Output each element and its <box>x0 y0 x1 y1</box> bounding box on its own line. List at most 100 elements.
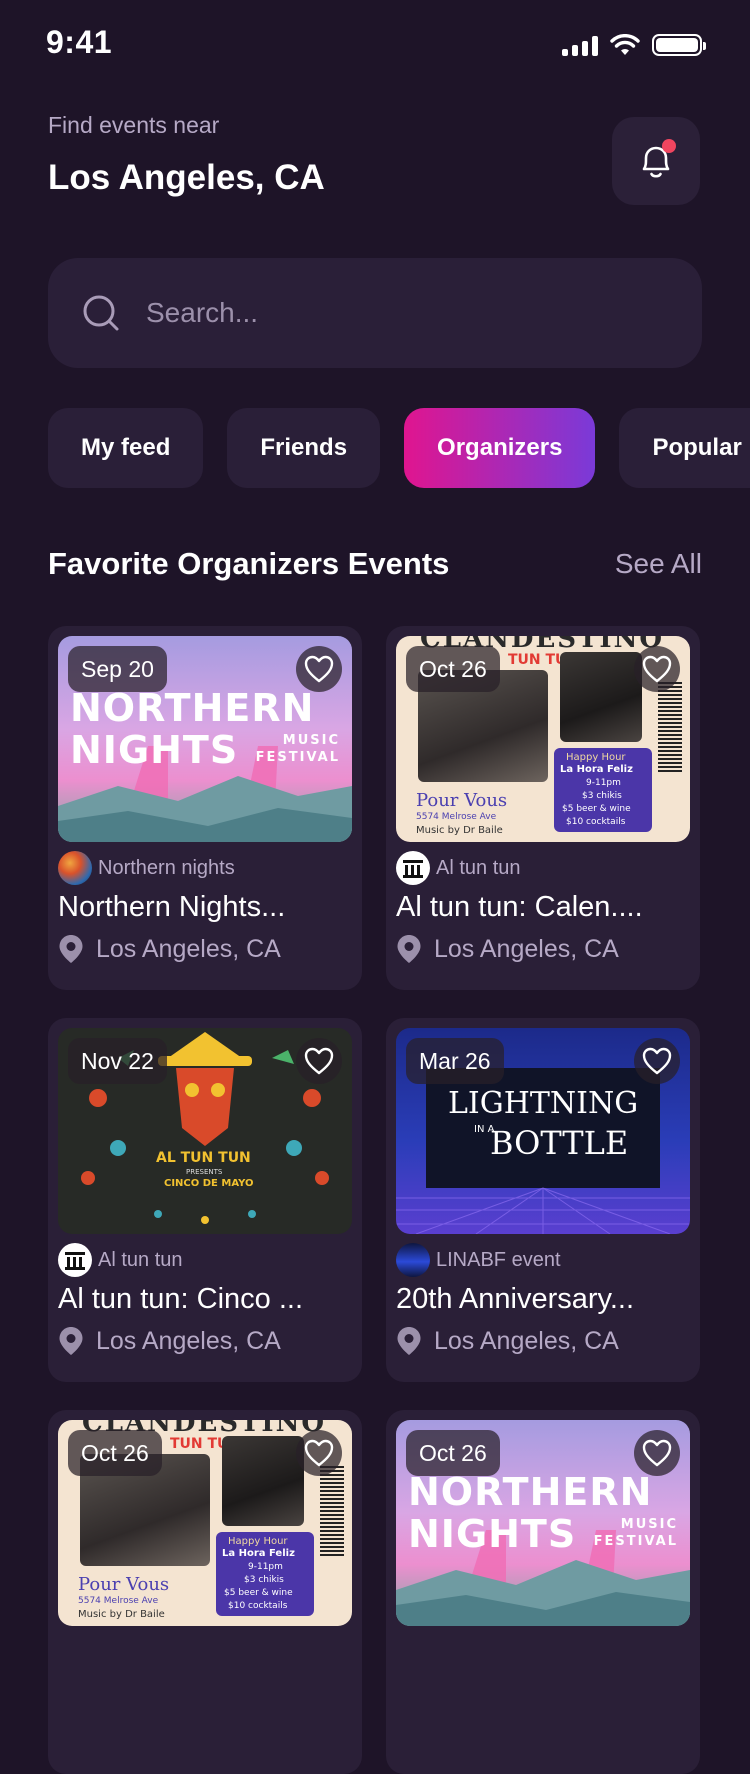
location-title[interactable]: Los Angeles, CA <box>48 158 325 198</box>
signal-icon <box>562 34 598 56</box>
poster-line: BOTTLE <box>490 1124 629 1162</box>
organizer-row: LINABF event <box>396 1242 561 1278</box>
poster-line: AL TUN TUN <box>156 1150 251 1166</box>
organizer-avatar <box>396 851 430 885</box>
organizer-row: Al tun tun <box>396 850 521 886</box>
poster-line: CINCO DE MAYO <box>164 1178 254 1189</box>
event-location-row: Los Angeles, CA <box>58 1326 281 1356</box>
poster-line: MUSIC FESTIVAL <box>593 1517 678 1549</box>
date-badge: Mar 26 <box>406 1038 504 1084</box>
poster-line: Pour Vous <box>416 790 508 811</box>
date-badge: Oct 26 <box>406 1430 500 1476</box>
poster-line: La Hora Feliz <box>560 764 633 775</box>
date-badge: Sep 20 <box>68 646 167 692</box>
poster-line: Pour Vous <box>78 1574 170 1595</box>
poster-line: $3 chikis <box>244 1575 284 1585</box>
poster-line: $3 chikis <box>582 791 622 801</box>
heart-icon <box>642 1047 672 1075</box>
poster-line: NORTHERN <box>70 686 315 730</box>
heart-icon <box>304 1439 334 1467</box>
event-location-row: Los Angeles, CA <box>58 934 281 964</box>
tab-my-feed[interactable]: My feed <box>48 408 204 488</box>
poster-line: 5574 Melrose Ave <box>416 812 497 822</box>
poster-line: 9-11pm <box>248 1562 283 1572</box>
favorite-button[interactable] <box>296 1430 342 1476</box>
poster-line: LIGHTNING <box>448 1086 639 1121</box>
poster-line: MUSIC FESTIVAL <box>255 733 340 765</box>
notifications-button[interactable] <box>612 117 700 205</box>
event-location: Los Angeles, CA <box>434 1326 619 1355</box>
tab-friends[interactable]: Friends <box>227 408 381 488</box>
event-card[interactable]: NORTHERN NIGHTS MUSIC FESTIVAL Sep 20 No… <box>48 626 362 990</box>
heart-icon <box>304 655 334 683</box>
event-location-row: Los Angeles, CA <box>396 934 619 964</box>
date-badge: Oct 26 <box>406 646 500 692</box>
poster-line: La Hora Feliz <box>222 1548 295 1559</box>
organizer-row: Northern nights <box>58 850 235 886</box>
event-location-row: Los Angeles, CA <box>396 1326 619 1356</box>
status-time: 9:41 <box>46 24 113 60</box>
barcode <box>320 1466 344 1556</box>
organizer-name: Al tun tun <box>98 1248 183 1271</box>
event-title: Northern Nights... <box>58 891 286 923</box>
poster-line: NIGHTS <box>70 728 239 772</box>
event-card[interactable]: NORTHERN NIGHTS MUSIC FESTIVAL Oct 26 <box>386 1410 700 1774</box>
poster-line: Happy Hour <box>228 1536 288 1547</box>
poster-line: $5 beer & wine <box>562 804 631 814</box>
favorite-button[interactable] <box>296 646 342 692</box>
barcode <box>658 682 682 772</box>
event-title: 20th Anniversary... <box>396 1283 635 1315</box>
photo-placeholder <box>222 1436 304 1526</box>
organizer-name: LINABF event <box>436 1248 561 1271</box>
organizer-avatar <box>58 851 92 885</box>
poster-line: $10 cocktails <box>566 817 626 827</box>
battery-icon <box>652 34 706 56</box>
organizer-avatar <box>396 1243 430 1277</box>
see-all-link[interactable]: See All <box>615 548 702 580</box>
event-card[interactable]: CLANDESTINO TUN TUN Pour Vous 5574 Melro… <box>48 1410 362 1774</box>
poster-line: Happy Hour <box>566 752 626 763</box>
location-pin-icon <box>59 935 83 963</box>
favorite-button[interactable] <box>634 646 680 692</box>
find-events-label: Find events near <box>48 112 220 138</box>
status-icons <box>562 34 706 56</box>
wifi-icon <box>610 34 640 55</box>
notification-dot <box>662 139 676 153</box>
location-pin-icon <box>397 1327 421 1355</box>
event-location: Los Angeles, CA <box>96 1326 281 1355</box>
organizer-row: Al tun tun <box>58 1242 183 1278</box>
poster-line: $5 beer & wine <box>224 1588 293 1598</box>
search-input[interactable] <box>144 296 628 330</box>
event-card[interactable]: CLANDESTINO TUN TUN Pour Vous 5574 Melro… <box>386 626 700 990</box>
poster-line: NIGHTS <box>408 1512 577 1556</box>
organizer-name: Al tun tun <box>436 856 521 879</box>
date-badge: Oct 26 <box>68 1430 162 1476</box>
favorite-button[interactable] <box>634 1038 680 1084</box>
poster-line: PRESENTS <box>186 1168 223 1176</box>
event-location: Los Angeles, CA <box>434 934 619 963</box>
location-pin-icon <box>59 1327 83 1355</box>
search-bar[interactable] <box>48 258 702 368</box>
favorite-button[interactable] <box>634 1430 680 1476</box>
status-bar: 9:41 <box>0 0 750 95</box>
organizer-avatar <box>58 1243 92 1277</box>
organizer-name: Northern nights <box>98 856 235 879</box>
event-card[interactable]: LIGHTNING IN A BOTTLE Mar 26 LINABF even… <box>386 1018 700 1382</box>
event-title: Al tun tun: Calen.... <box>396 891 643 923</box>
tab-organizers[interactable]: Organizers <box>404 408 596 488</box>
event-location: Los Angeles, CA <box>96 934 281 963</box>
poster-line: Music by Dr Baile <box>416 825 503 836</box>
photo-placeholder <box>560 652 642 742</box>
event-card[interactable]: AL TUN TUN PRESENTS CINCO DE MAYO Nov 22… <box>48 1018 362 1382</box>
tab-popular[interactable]: Popular <box>619 408 750 488</box>
poster-line: 9-11pm <box>586 778 621 788</box>
poster-line: 5574 Melrose Ave <box>78 1596 159 1606</box>
search-icon <box>83 295 119 331</box>
favorite-button[interactable] <box>296 1038 342 1084</box>
date-badge: Nov 22 <box>68 1038 167 1084</box>
event-title: Al tun tun: Cinco ... <box>58 1283 304 1315</box>
filter-tabs: My feed Friends Organizers Popular <box>48 408 750 488</box>
heart-icon <box>304 1047 334 1075</box>
location-pin-icon <box>397 935 421 963</box>
poster-line: Music by Dr Baile <box>78 1609 165 1620</box>
